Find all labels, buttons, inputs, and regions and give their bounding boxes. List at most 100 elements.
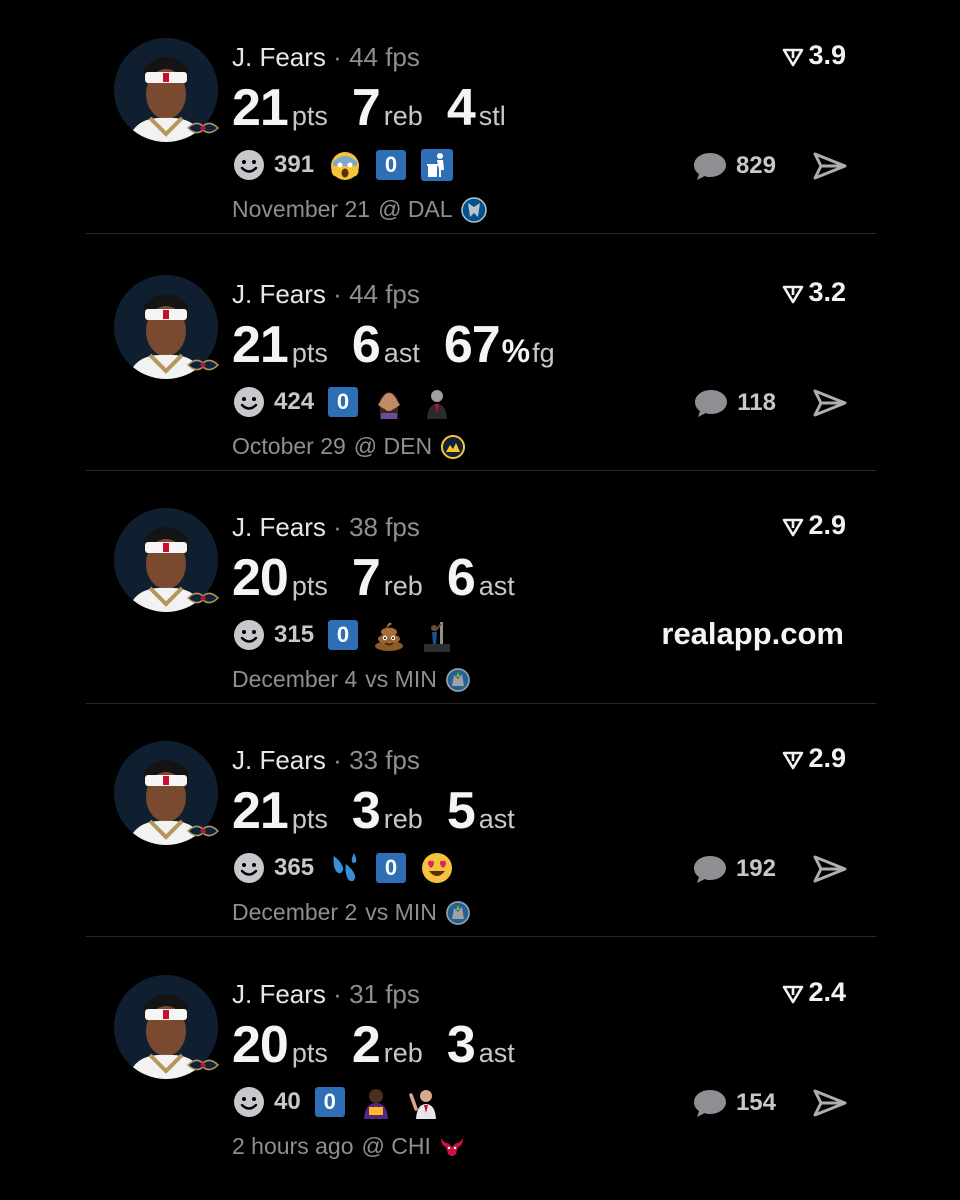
rating-score[interactable]: 3.2 <box>782 277 846 308</box>
referee-sticker-icon[interactable] <box>420 385 454 419</box>
stat-points: 21 pts <box>232 781 328 841</box>
stat-value: 21 <box>232 316 289 374</box>
stat-unit: stl <box>478 101 506 131</box>
post-card[interactable]: J. Fears · 31 fps 2.4 20 pts 2 reb 3 ast <box>86 937 876 1171</box>
rating-score[interactable]: 2.9 <box>782 510 846 541</box>
bulls-logo-icon <box>440 1137 463 1156</box>
player-name[interactable]: J. Fears <box>232 745 326 775</box>
zero-badge[interactable]: 0 <box>314 1087 345 1117</box>
comments-button[interactable]: 829 <box>692 146 776 186</box>
separator-dot: · <box>333 279 342 309</box>
pelicans-badge-icon <box>186 359 220 371</box>
stat-unit: ast <box>383 338 420 368</box>
game-info[interactable]: 2 hours ago @ CHI <box>232 1133 465 1160</box>
smile-icon <box>234 387 264 417</box>
post-divider <box>86 233 876 234</box>
zero-badge[interactable]: 0 <box>328 387 359 417</box>
comments-button[interactable]: 192 <box>692 849 776 889</box>
share-icon[interactable] <box>812 387 848 419</box>
share-icon[interactable] <box>812 150 848 182</box>
comments-button[interactable]: 118 <box>693 383 776 423</box>
stat-unit: reb <box>383 101 423 131</box>
share-icon[interactable] <box>812 1087 848 1119</box>
stat-assists: 6 ast <box>447 548 515 608</box>
rating-score[interactable]: 2.4 <box>782 977 846 1008</box>
dunk-sticker-icon[interactable] <box>420 618 454 652</box>
timberwolves-logo-icon <box>445 900 470 925</box>
stat-percent-sign: % <box>501 333 531 369</box>
smile-reaction-button[interactable]: 424 <box>232 385 314 419</box>
game-info[interactable]: October 29 @ DEN <box>232 433 466 460</box>
stat-line: 21 pts 6 ast 67 % fg <box>232 315 579 375</box>
rating-arrow-icon <box>783 518 804 536</box>
smile-count: 424 <box>274 388 315 415</box>
stat-unit: pts <box>291 804 328 834</box>
stat-value: 5 <box>446 782 476 840</box>
smile-reaction-button[interactable]: 365 <box>232 851 314 885</box>
stat-unit: reb <box>383 804 423 834</box>
post-header: J. Fears · 44 fps <box>232 42 420 73</box>
game-location: vs MIN <box>365 899 437 925</box>
game-date: 2 hours ago <box>232 1133 354 1159</box>
heart-eyes-emoji-icon[interactable] <box>420 851 454 885</box>
stat-unit: pts <box>291 338 328 368</box>
player-name[interactable]: J. Fears <box>232 42 326 72</box>
waving-man-sticker-icon[interactable] <box>407 1085 441 1119</box>
separator-dot: · <box>333 979 342 1009</box>
stat-value: 6 <box>351 316 381 374</box>
share-icon[interactable] <box>812 853 848 885</box>
stat-unit: reb <box>383 571 423 601</box>
comment-bubble-icon <box>693 153 726 180</box>
game-info[interactable]: December 2 vs MIN <box>232 899 471 926</box>
shocked-person-sticker-icon[interactable] <box>372 385 406 419</box>
fps-count: 44 fps <box>349 279 420 309</box>
game-location: @ CHI <box>361 1133 431 1159</box>
trash-can-icon[interactable] <box>420 148 454 182</box>
sweat-droplets-emoji-icon[interactable] <box>328 851 362 885</box>
game-info[interactable]: November 21 @ DAL <box>232 196 487 223</box>
stat-field-goal-pct: 67 % fg <box>444 315 555 375</box>
poop-emoji-icon[interactable] <box>372 618 406 652</box>
reaction-bar: 40 0 <box>232 1082 441 1122</box>
stat-points: 20 pts <box>232 548 328 608</box>
post-feed: J. Fears · 44 fps 3.9 21 pts 7 reb 4 stl <box>0 0 960 1200</box>
stat-unit: ast <box>478 1038 515 1068</box>
pelicans-badge-icon <box>186 1059 220 1071</box>
comments-button[interactable]: 154 <box>692 1083 776 1123</box>
post-header: J. Fears · 38 fps <box>232 512 420 543</box>
zero-badge[interactable]: 0 <box>376 853 407 883</box>
lebron-sticker-icon[interactable] <box>359 1085 393 1119</box>
fps-count: 33 fps <box>349 745 420 775</box>
rating-score[interactable]: 2.9 <box>782 743 846 774</box>
stat-value: 3 <box>446 1016 476 1074</box>
smile-reaction-button[interactable]: 315 <box>232 618 314 652</box>
game-info[interactable]: December 4 vs MIN <box>232 666 471 693</box>
fps-count: 31 fps <box>349 979 420 1009</box>
realapp-watermark: realapp.com <box>661 616 844 651</box>
post-card[interactable]: J. Fears · 44 fps 3.2 21 pts 6 ast 67 % <box>86 237 876 471</box>
post-card[interactable]: J. Fears · 38 fps 2.9 20 pts 7 reb 6 ast <box>86 470 876 704</box>
reaction-bar: 365 0 <box>232 848 454 888</box>
zero-badge[interactable]: 0 <box>376 150 407 180</box>
scream-emoji-icon[interactable] <box>328 148 362 182</box>
post-card[interactable]: J. Fears · 44 fps 3.9 21 pts 7 reb 4 stl <box>86 0 876 234</box>
player-name[interactable]: J. Fears <box>232 279 326 309</box>
comment-bubble-icon <box>695 390 728 417</box>
stat-line: 20 pts 2 reb 3 ast <box>232 1015 539 1075</box>
smile-reaction-button[interactable]: 391 <box>232 148 314 182</box>
zero-badge[interactable]: 0 <box>328 620 359 650</box>
smile-count: 315 <box>274 621 315 648</box>
stat-unit: ast <box>478 571 515 601</box>
reaction-bar: 424 0 <box>232 382 454 422</box>
pelicans-badge-icon <box>186 825 220 837</box>
game-date: December 4 <box>232 666 358 692</box>
player-name[interactable]: J. Fears <box>232 979 326 1009</box>
stat-line: 21 pts 3 reb 5 ast <box>232 781 539 841</box>
stat-steals: 4 stl <box>447 78 506 138</box>
rating-value: 2.9 <box>808 743 846 773</box>
player-name[interactable]: J. Fears <box>232 512 326 542</box>
smile-reaction-button[interactable]: 40 <box>232 1085 301 1119</box>
rating-score[interactable]: 3.9 <box>782 40 846 71</box>
post-card[interactable]: J. Fears · 33 fps 2.9 21 pts 3 reb 5 ast <box>86 703 876 937</box>
stat-value: 7 <box>351 549 381 607</box>
